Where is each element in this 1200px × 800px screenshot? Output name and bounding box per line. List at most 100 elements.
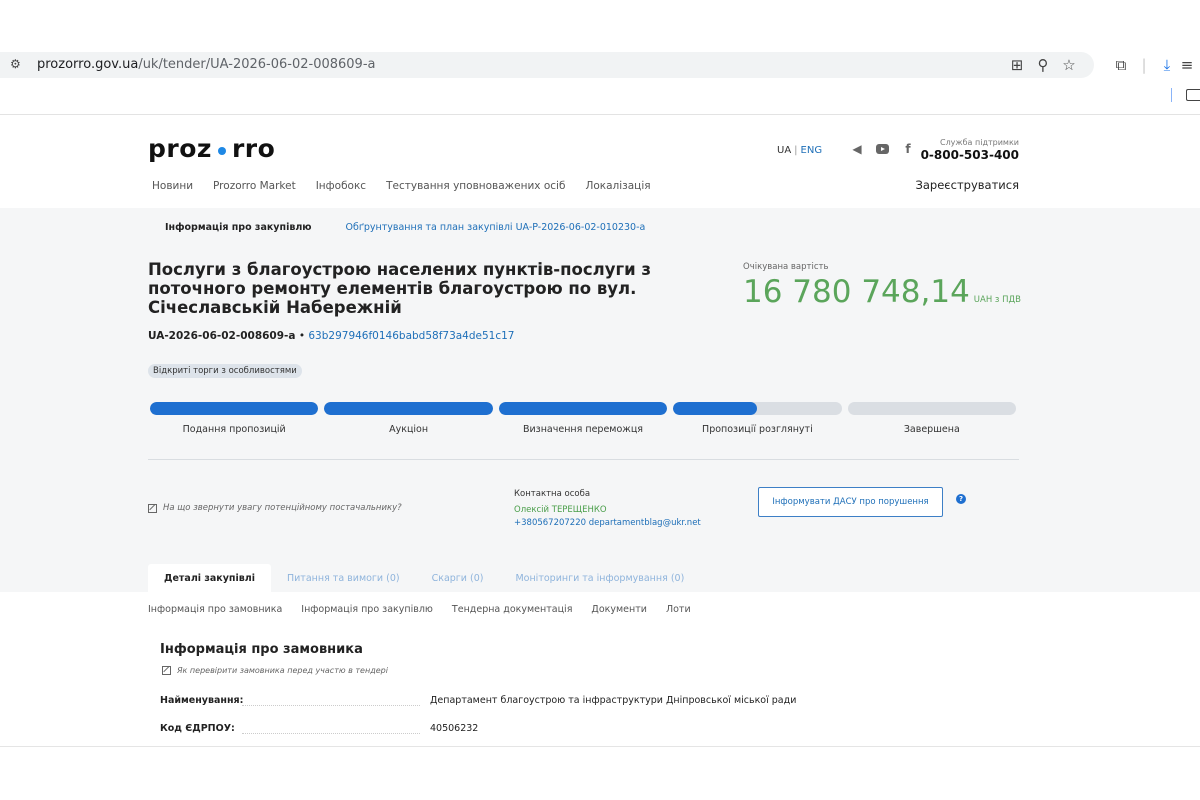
bookmarks-bar: [0, 78, 1200, 115]
bookmarks-divider: [1171, 88, 1172, 102]
lang-separator: |: [794, 145, 798, 156]
address-url[interactable]: prozorro.gov.ua/uk/tender/UA-2026-06-02-…: [37, 57, 376, 72]
stage-bar-reviewed: [673, 402, 842, 415]
stage-fill-reviewed: [673, 402, 758, 415]
tender-hash[interactable]: 63b297946f0146babd58f73a4de51c17: [308, 330, 514, 342]
nav-item-localization[interactable]: Локалізація: [585, 180, 650, 192]
lang-eng[interactable]: ENG: [801, 145, 823, 156]
tab-monitoring[interactable]: Моніторинги та інформування (0): [499, 564, 700, 592]
customer-code-row: Код ЄДРПОУ: 40506232: [160, 723, 860, 737]
tab-questions[interactable]: Питання та вимоги (0): [271, 564, 416, 592]
social-links: ◀ f: [850, 142, 915, 156]
customer-code-value: 40506232: [430, 723, 479, 734]
stage-label-completed: Завершена: [903, 424, 960, 435]
site-settings-icon[interactable]: ⚙: [10, 57, 26, 73]
expected-value-label: Очікувана вартість: [743, 262, 829, 272]
site-header: proz rro Новини Prozorro Market Інфобокс …: [0, 116, 1200, 208]
tab-procurement-plan[interactable]: Обґрунтування та план закупівлі UA-P-202…: [329, 222, 663, 233]
tab-details[interactable]: Деталі закупівлі: [148, 564, 271, 592]
stage-label-reviewed: Пропозиції розглянуті: [702, 424, 813, 435]
customer-name-value: Департамент благоустрою та інфраструктур…: [430, 695, 797, 706]
help-icon[interactable]: ?: [956, 494, 966, 504]
tender-identifier: UA-2026-06-02-008609-a • 63b297946f0146b…: [148, 330, 514, 342]
support-phone[interactable]: 0-800-503-400: [921, 148, 1019, 162]
subnav-customer-info[interactable]: Інформація про замовника: [148, 604, 282, 615]
url-host: prozorro.gov.ua: [37, 57, 139, 72]
tender-detail-tabs: Деталі закупівлі Питання та вимоги (0) С…: [148, 564, 700, 592]
logo-text-right: rro: [231, 134, 276, 163]
tender-summary: Інформація про закупівлю Обґрунтування т…: [0, 208, 1200, 592]
expected-value-currency: UAH з ПДВ: [973, 295, 1022, 305]
content-bottom-divider: [0, 746, 1200, 747]
id-separator: •: [298, 330, 309, 342]
bookmark-star-icon[interactable]: ☆: [1056, 52, 1082, 78]
tab-complaints[interactable]: Скарги (0): [416, 564, 500, 592]
customer-name-row: Найменування: Департамент благоустрою та…: [160, 695, 860, 709]
nav-item-infobox[interactable]: Інфобокс: [316, 180, 366, 192]
extensions-icon[interactable]: ⧉: [1108, 52, 1134, 78]
contact-name: Олексій ТЕРЕЩЕНКО: [514, 505, 607, 515]
customer-section-title: Інформація про замовника: [160, 642, 363, 657]
tender-top-tabs: Інформація про закупівлю Обґрунтування т…: [148, 222, 662, 233]
edit-note-icon: [148, 503, 157, 513]
menu-icon[interactable]: ≡: [1180, 52, 1194, 78]
support-block: Служба підтримки 0-800-503-400: [921, 138, 1019, 162]
tab-procurement-info[interactable]: Інформація про закупівлю: [148, 222, 329, 233]
stage-bar-winner: [498, 402, 668, 415]
report-dasu-button[interactable]: Інформувати ДАСУ про порушення: [758, 487, 943, 517]
address-tools: ⊞ ⚲ ☆: [1004, 52, 1082, 78]
facebook-icon[interactable]: f: [901, 142, 915, 156]
check-customer-text: Як перевірити замовника перед участю в т…: [177, 666, 388, 675]
youtube-icon[interactable]: [876, 144, 889, 154]
row-leader: [242, 733, 420, 734]
stage-bar-completed: [847, 402, 1016, 415]
register-link[interactable]: Зареєструватися: [916, 178, 1019, 192]
stage-fill-auction: [324, 402, 493, 415]
attention-text: На що звернути увагу потенційному постач…: [163, 503, 402, 513]
toolbar-right: ⧉ | ⤓ ≡: [1108, 52, 1194, 78]
stage-fill-winner: [498, 402, 668, 415]
prozorro-logo[interactable]: proz rro: [148, 134, 275, 163]
logo-dot-icon: [217, 146, 226, 155]
row-leader: [242, 705, 420, 706]
download-icon[interactable]: ⤓: [1154, 52, 1180, 78]
main-nav: Новини Prozorro Market Інфобокс Тестуван…: [152, 180, 671, 192]
tender-title: Послуги з благоустрою населених пунктів-…: [148, 260, 652, 317]
subnav-tender-docs[interactable]: Тендерна документація: [452, 604, 573, 615]
contact-person: Контактна особа Олексій ТЕРЕЩЕНКО +38056…: [514, 488, 701, 530]
stage-progress: [150, 402, 1016, 416]
customer-code-key: Код ЄДРПОУ:: [160, 723, 235, 734]
zoom-icon[interactable]: ⚲: [1030, 52, 1056, 78]
check-customer-link[interactable]: Як перевірити замовника перед участю в т…: [162, 666, 388, 675]
support-label: Служба підтримки: [939, 138, 1019, 147]
telegram-icon[interactable]: ◀: [850, 142, 864, 156]
toolbar-divider: |: [1141, 56, 1147, 74]
expected-value: 16 780 748,14 UAH з ПДВ: [743, 274, 1021, 310]
lang-ua[interactable]: UA: [777, 145, 791, 156]
browser-top-strip: [0, 0, 1200, 52]
stage-label-auction: Аукціон: [389, 424, 429, 435]
stage-bar-auction: [324, 402, 493, 415]
subnav-lots[interactable]: Лоти: [666, 604, 691, 615]
folder-icon[interactable]: [1186, 89, 1200, 101]
url-path: /uk/tender/UA-2026-06-02-008609-a: [138, 57, 376, 72]
translate-icon[interactable]: ⊞: [1004, 52, 1030, 78]
edit-note-icon: [162, 666, 171, 675]
customer-name-key: Найменування:: [160, 695, 244, 706]
logo-text-left: proz: [148, 134, 212, 163]
supplier-attention-link[interactable]: На що звернути увагу потенційному постач…: [148, 503, 402, 513]
tender-id: UA-2026-06-02-008609-a: [148, 330, 296, 342]
details-subnav: Інформація про замовника Інформація про …: [148, 604, 710, 615]
subnav-procurement-info[interactable]: Інформація про закупівлю: [301, 604, 433, 615]
subnav-documents[interactable]: Документи: [591, 604, 647, 615]
nav-item-market[interactable]: Prozorro Market: [213, 180, 296, 192]
procedure-type-badge: Відкриті торги з особливостями: [148, 364, 302, 378]
contact-phone-email[interactable]: +380567207220 departamentblag@ukr.net: [514, 517, 701, 530]
language-switch: UA | ENG: [777, 145, 822, 156]
stage-label-submission: Подання пропозицій: [182, 424, 286, 435]
nav-item-testing[interactable]: Тестування уповноважених осіб: [386, 180, 565, 192]
nav-item-news[interactable]: Новини: [152, 180, 193, 192]
expected-value-amount: 16 780 748,14: [743, 274, 970, 310]
address-bar[interactable]: ⚙ prozorro.gov.ua/uk/tender/UA-2026-06-0…: [0, 52, 1094, 78]
stage-bar-submission: [150, 402, 319, 415]
